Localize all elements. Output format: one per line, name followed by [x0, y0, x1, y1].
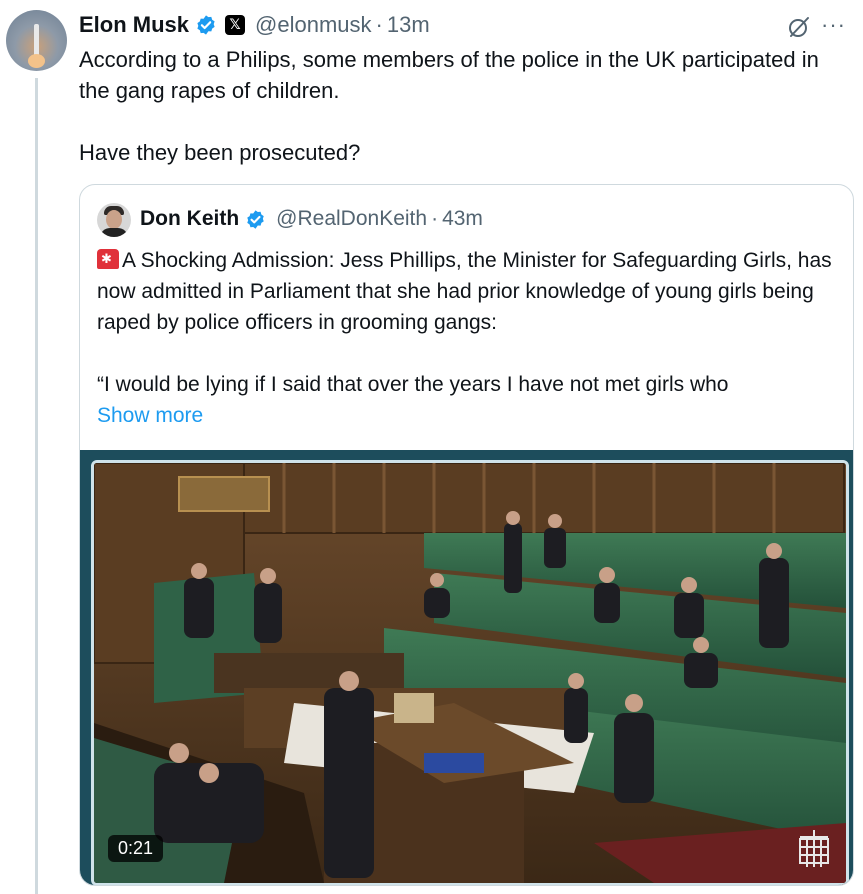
quote-time[interactable]: 43m [442, 207, 483, 231]
tweet-text-line: Have they been prosecuted? [79, 140, 361, 165]
tweet-header: Elon Musk 𝕏 @elonmusk · 13m [79, 12, 430, 38]
verified-badge-icon [197, 15, 215, 35]
verified-badge-icon [247, 209, 264, 229]
video-player[interactable]: 0:21 [91, 460, 849, 885]
tweet-text-line: According to a Philips, some members of … [79, 47, 819, 103]
portcullis-icon [799, 830, 829, 867]
thread-line [35, 78, 38, 894]
media-container[interactable]: 0:21 [80, 450, 853, 885]
video-duration: 0:21 [108, 835, 164, 862]
author-avatar[interactable] [6, 10, 67, 71]
video-frame [94, 463, 846, 883]
x-affiliate-icon: 𝕏 [225, 15, 246, 35]
quoted-tweet[interactable]: Don Keith @RealDonKeith · 43m A Shocking… [79, 184, 854, 886]
quote-paragraph: “I would be lying if I said that over th… [97, 373, 729, 396]
separator: · [375, 12, 383, 37]
quote-author-handle[interactable]: @RealDonKeith [276, 207, 427, 231]
quote-header: Don Keith @RealDonKeith · 43m [140, 207, 483, 231]
author-handle[interactable]: @elonmusk [255, 12, 372, 38]
show-more-link[interactable]: Show more [97, 400, 837, 431]
siren-icon [97, 249, 119, 269]
more-icon[interactable]: ··· [821, 12, 846, 38]
tweet-time[interactable]: 13m [387, 12, 430, 38]
quote-author-name[interactable]: Don Keith [140, 207, 239, 231]
quote-paragraph: A Shocking Admission: Jess Phillips, the… [97, 249, 832, 334]
tweet-text: According to a Philips, some members of … [79, 44, 849, 168]
grok-icon[interactable] [787, 15, 811, 39]
author-name[interactable]: Elon Musk [79, 12, 189, 38]
quote-author-avatar[interactable] [97, 203, 131, 237]
separator: · [431, 207, 439, 230]
quote-text: A Shocking Admission: Jess Phillips, the… [97, 245, 837, 431]
